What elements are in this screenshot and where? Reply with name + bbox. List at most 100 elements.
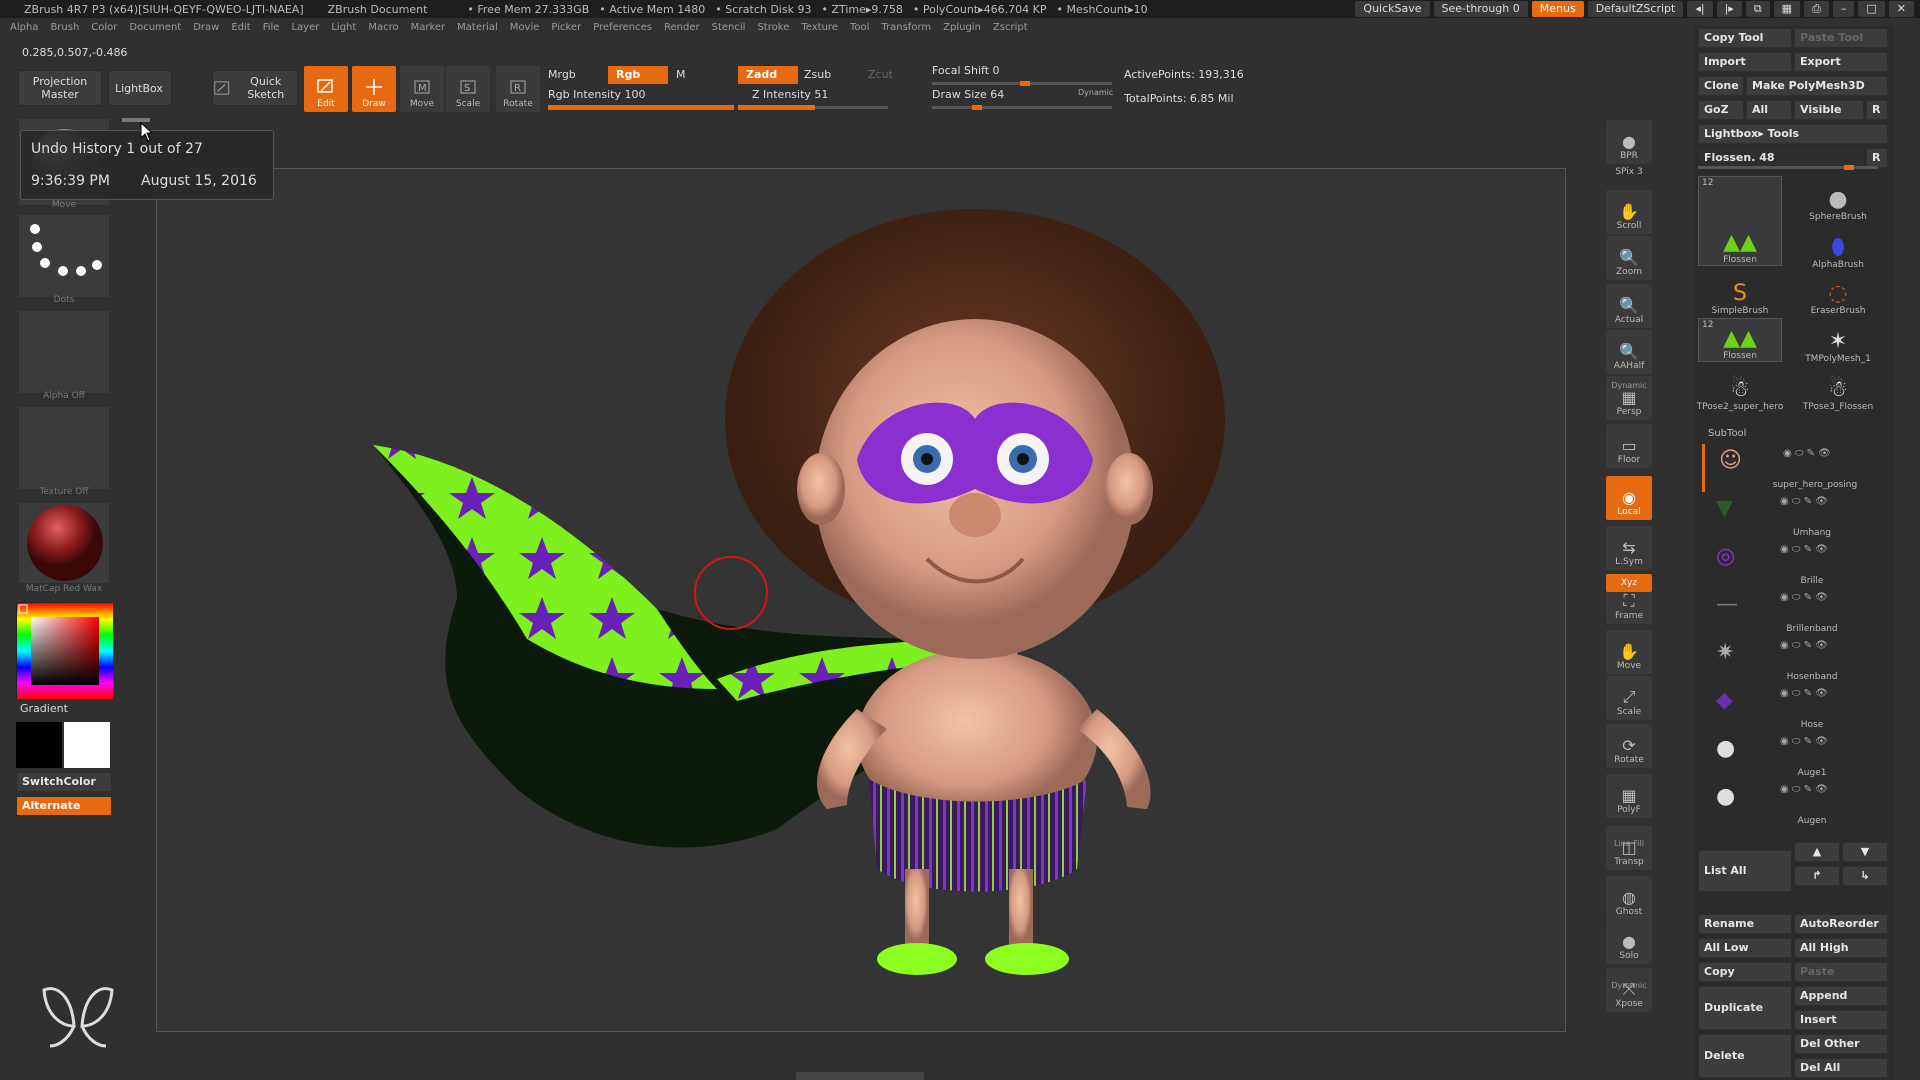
layout-right-icon[interactable]: |▸ — [1716, 1, 1742, 17]
rgb-intensity-slider[interactable] — [548, 105, 734, 110]
all-high-button[interactable]: All High — [1794, 938, 1888, 958]
minimize-icon[interactable]: – — [1832, 1, 1855, 17]
draw-button[interactable]: Draw — [352, 66, 396, 112]
scale-button[interactable]: S Scale — [446, 66, 490, 112]
menu-brush[interactable]: Brush — [50, 22, 79, 36]
menu-preferences[interactable]: Preferences — [593, 22, 652, 36]
subtool-item[interactable]: ● ◉ ⬭ ✎ 👁 Auge1 — [1702, 732, 1892, 780]
rename-button[interactable]: Rename — [1698, 914, 1792, 934]
subtool-visibility-icon[interactable]: ◉ ⬭ ✎ 👁 — [1780, 784, 1828, 795]
subtool-visibility-icon[interactable]: ◉ ⬭ ✎ 👁 — [1780, 592, 1828, 603]
tool-thumb-simplebrush[interactable]: S SimpleBrush — [1698, 270, 1782, 316]
current-tool-r-button[interactable]: R — [1866, 148, 1888, 168]
secondary-color-swatch[interactable] — [64, 722, 110, 768]
switchcolor-button[interactable]: SwitchColor — [16, 772, 112, 792]
shelf-zoom-button[interactable]: 🔍 Zoom — [1606, 236, 1652, 280]
rgb-button[interactable]: Rgb — [608, 66, 668, 84]
goz-button[interactable]: GoZ — [1698, 100, 1744, 120]
tool-thumb-alphabrush[interactable]: ⬮ AlphaBrush — [1796, 224, 1880, 270]
menu-draw[interactable]: Draw — [193, 22, 219, 36]
lightbox-button[interactable]: LightBox — [108, 70, 172, 106]
menu-alpha[interactable]: Alpha — [10, 22, 38, 36]
menu-edit[interactable]: Edit — [231, 22, 250, 36]
layout-left-icon[interactable]: ◂| — [1687, 1, 1713, 17]
move-to-bottom-icon[interactable]: ↳ — [1842, 866, 1888, 886]
save-layout-icon[interactable]: ⎙ — [1804, 1, 1829, 17]
menu-material[interactable]: Material — [457, 22, 498, 36]
tool-thumb-spherebrush[interactable]: ● SphereBrush — [1796, 176, 1880, 222]
tool-thumb-tmpolymesh-1[interactable]: ✶ TMPolyMesh_1 — [1796, 318, 1880, 364]
menu-render[interactable]: Render — [664, 22, 700, 36]
menus-toggle[interactable]: Menus — [1531, 1, 1584, 17]
subtool-item[interactable]: ● ◉ ⬭ ✎ 👁 Augen — [1702, 780, 1892, 828]
quick-sketch-button[interactable]: Quick Sketch — [212, 70, 298, 106]
menu-layer[interactable]: Layer — [291, 22, 319, 36]
all-low-button[interactable]: All Low — [1698, 938, 1792, 958]
zsub-button[interactable]: Zsub — [804, 68, 831, 81]
maximize-icon[interactable]: □ — [1858, 1, 1885, 17]
shelf-l-sym-button[interactable]: ⇆ L.Sym — [1606, 526, 1652, 570]
focal-shift-slider[interactable] — [932, 81, 1112, 86]
tool-thumb-flossen[interactable]: 12 ▲▲ Flossen — [1698, 176, 1782, 266]
menu-picker[interactable]: Picker — [551, 22, 581, 36]
subtool-item[interactable]: ☺ ◉ ⬭ ✎ 👁 super_hero_posing — [1702, 444, 1892, 492]
quicksave-button[interactable]: QuickSave — [1355, 1, 1430, 17]
shelf-rotate-button[interactable]: ⟳ Rotate — [1606, 724, 1652, 768]
shelf-local-button[interactable]: ◉ Local — [1606, 476, 1652, 520]
tool-thumb-tpose3-flossen[interactable]: ☃ TPose3_Flossen — [1796, 366, 1880, 412]
delete-button[interactable]: Delete — [1698, 1034, 1792, 1078]
tool-thumb-tpose2-super-hero[interactable]: ☃ TPose2_super_hero — [1697, 366, 1784, 412]
subtool-item[interactable]: ◆ ◉ ⬭ ✎ 👁 Hose — [1702, 684, 1892, 732]
subtool-visibility-icon[interactable]: ◉ ⬭ ✎ 👁 — [1780, 640, 1828, 651]
color-picker[interactable] — [16, 602, 113, 699]
subtool-item[interactable]: ▼ ◉ ⬭ ✎ 👁 Umhang — [1702, 492, 1892, 540]
z-intensity-slider[interactable] — [738, 105, 888, 110]
stroke-thumbnail[interactable] — [18, 214, 110, 298]
shelf-actual-button[interactable]: 🔍 Actual — [1606, 284, 1652, 328]
draw-size-slider[interactable] — [932, 105, 1112, 110]
paste-subtool-button[interactable]: Paste — [1794, 962, 1888, 982]
move-up-icon[interactable]: ▲ — [1794, 842, 1840, 862]
menu-marker[interactable]: Marker — [411, 22, 446, 36]
shelf-transp-button[interactable]: ◫ Transp — [1606, 826, 1652, 870]
menu-macro[interactable]: Macro — [368, 22, 398, 36]
shelf-solo-button[interactable]: ● Solo — [1606, 920, 1652, 964]
menu-zscript[interactable]: Zscript — [993, 22, 1028, 36]
del-all-button[interactable]: Del All — [1794, 1058, 1888, 1078]
zcut-button[interactable]: Zcut — [868, 68, 893, 81]
autoreorder-button[interactable]: AutoReorder — [1794, 914, 1888, 934]
texture-thumbnail[interactable] — [18, 406, 110, 490]
lightbox-tools-button[interactable]: Lightbox▸ Tools — [1698, 124, 1888, 144]
clone-button[interactable]: Clone — [1698, 76, 1744, 96]
subtool-item[interactable]: ◎ ◉ ⬭ ✎ 👁 Brille — [1702, 540, 1892, 588]
tool-thumb-eraserbrush[interactable]: ◌ EraserBrush — [1796, 270, 1880, 316]
xyz-symmetry-button[interactable]: Xyz — [1606, 574, 1652, 592]
menu-light[interactable]: Light — [331, 22, 356, 36]
rotate-button[interactable]: R Rotate — [496, 66, 540, 112]
menu-document[interactable]: Document — [129, 22, 181, 36]
append-button[interactable]: Append — [1794, 986, 1888, 1006]
move-down-icon[interactable]: ▼ — [1842, 842, 1888, 862]
menu-stencil[interactable]: Stencil — [712, 22, 746, 36]
goz-all-button[interactable]: All — [1746, 100, 1792, 120]
alternate-button[interactable]: Alternate — [16, 796, 112, 816]
shelf-xpose-button[interactable]: ⤧ Xpose — [1606, 968, 1652, 1012]
duplicate-button[interactable]: Duplicate — [1698, 986, 1792, 1030]
menu-file[interactable]: File — [263, 22, 280, 36]
shelf-scroll-button[interactable]: ✋ Scroll — [1606, 190, 1652, 234]
subtool-visibility-icon[interactable]: ◉ ⬭ ✎ 👁 — [1783, 448, 1831, 459]
menu-texture[interactable]: Texture — [801, 22, 838, 36]
copy-subtool-button[interactable]: Copy — [1698, 962, 1792, 982]
shelf-ghost-button[interactable]: ◍ Ghost — [1606, 876, 1652, 920]
subtool-item[interactable]: ✷ ◉ ⬭ ✎ 👁 Hosenband — [1702, 636, 1892, 684]
shelf-floor-button[interactable]: ▭ Floor — [1606, 424, 1652, 468]
mrgb-button[interactable]: Mrgb — [548, 68, 576, 81]
menu-movie[interactable]: Movie — [510, 22, 540, 36]
menu-transform[interactable]: Transform — [881, 22, 931, 36]
main-color-swatch[interactable] — [16, 722, 62, 768]
move-button[interactable]: M Move — [400, 66, 444, 112]
tool-thumb-flossen[interactable]: 12 ▲▲ Flossen — [1698, 318, 1782, 362]
m-button[interactable]: M — [676, 68, 686, 81]
menu-stroke[interactable]: Stroke — [757, 22, 789, 36]
subtool-visibility-icon[interactable]: ◉ ⬭ ✎ 👁 — [1780, 496, 1828, 507]
